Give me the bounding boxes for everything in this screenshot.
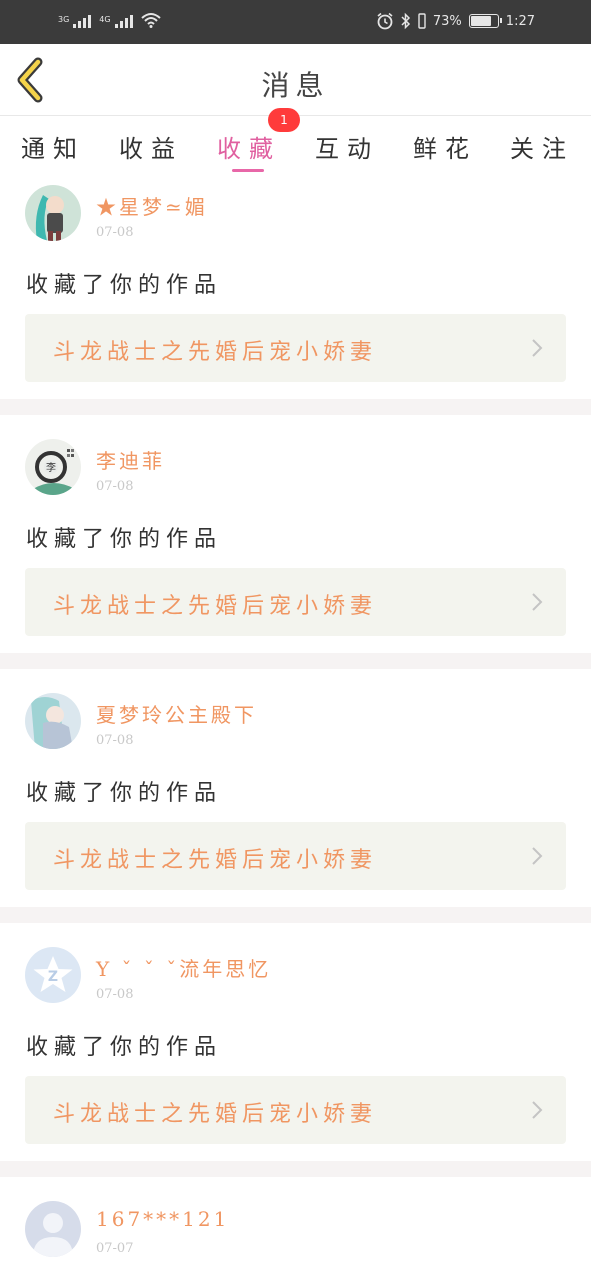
action-text: 收藏了你的作品 [26, 781, 223, 806]
svg-text:Z: Z [48, 969, 58, 985]
action-text: 收藏了你的作品 [26, 1035, 223, 1060]
message-item: 167***121 07-07 [0, 1177, 591, 1280]
divider [0, 1161, 591, 1177]
battery-icon [468, 14, 502, 28]
username[interactable]: 167***121 [96, 1207, 229, 1231]
divider [0, 399, 591, 415]
message-date: 07-07 [96, 1241, 134, 1256]
divider [0, 907, 591, 923]
work-card[interactable]: 斗龙战士之先婚后宠小娇妻 [25, 314, 566, 382]
tab-notifications[interactable]: 通知 [4, 129, 102, 164]
navigation-bar: 消息 [0, 44, 591, 116]
work-card[interactable]: 斗龙战士之先婚后宠小娇妻 [25, 568, 566, 636]
message-item: 李 李迪菲 07-08 收藏了你的作品 斗龙战士之先婚后宠小娇妻 [0, 415, 591, 653]
work-title: 斗龙战士之先婚后宠小娇妻 [53, 594, 378, 619]
work-title: 斗龙战士之先婚后宠小娇妻 [53, 340, 378, 365]
bluetooth-icon [401, 12, 410, 30]
tab-flowers[interactable]: 鲜花 [396, 129, 494, 164]
username[interactable]: 夏梦玲公主殿下 [96, 699, 257, 728]
tab-follows[interactable]: 关注 [493, 129, 591, 164]
username[interactable]: Y ˇ ˇ ˇ流年思忆 [96, 953, 271, 982]
chevron-right-icon [532, 339, 543, 357]
message-date: 07-08 [96, 987, 134, 1002]
tab-interactions[interactable]: 互动 [298, 129, 396, 164]
signal-icon: 4G [99, 15, 133, 28]
action-text: 收藏了你的作品 [26, 273, 223, 298]
message-item: 夏梦玲公主殿下 07-08 收藏了你的作品 斗龙战士之先婚后宠小娇妻 [0, 669, 591, 907]
svg-text:李: 李 [46, 461, 56, 474]
work-title: 斗龙战士之先婚后宠小娇妻 [53, 1102, 378, 1127]
wifi-icon [140, 13, 161, 28]
avatar[interactable] [25, 185, 81, 241]
clock: 1:27 [505, 13, 535, 29]
chevron-right-icon [532, 1101, 543, 1119]
sim1-network-type: 3G [58, 15, 70, 24]
message-date: 07-08 [96, 733, 134, 748]
active-tab-indicator [232, 169, 264, 172]
page-title: 消息 [261, 69, 330, 102]
avatar[interactable] [25, 1201, 81, 1257]
divider [0, 653, 591, 669]
tab-earnings[interactable]: 收益 [102, 129, 200, 164]
message-item: ★星梦≃媚 07-08 收藏了你的作品 斗龙战士之先婚后宠小娇妻 [0, 177, 591, 399]
action-text: 收藏了你的作品 [26, 527, 223, 552]
avatar[interactable]: Z [25, 947, 81, 1003]
work-card[interactable]: 斗龙战士之先婚后宠小娇妻 [25, 822, 566, 890]
vibrate-icon [418, 13, 426, 29]
message-item: Z Y ˇ ˇ ˇ流年思忆 07-08 收藏了你的作品 斗龙战士之先婚后宠小娇妻 [0, 923, 591, 1161]
username[interactable]: ★星梦≃媚 [96, 191, 208, 220]
battery-percent: 73% [432, 13, 462, 29]
unread-badge: 1 [268, 108, 300, 132]
chevron-right-icon [532, 593, 543, 611]
message-date: 07-08 [96, 479, 134, 494]
chevron-right-icon [532, 847, 543, 865]
username[interactable]: 李迪菲 [96, 445, 165, 474]
avatar[interactable] [25, 693, 81, 749]
work-title: 斗龙战士之先婚后宠小娇妻 [53, 848, 378, 873]
signal-icon: 3G [58, 15, 92, 28]
status-bar: 3G 4G 73% 1:27 [0, 0, 591, 44]
sim2-network-type: 4G [99, 15, 111, 24]
work-card[interactable]: 斗龙战士之先婚后宠小娇妻 [25, 1076, 566, 1144]
avatar[interactable]: 李 [25, 439, 81, 495]
alarm-icon [377, 12, 393, 30]
tab-favorites[interactable]: 收藏 [200, 129, 298, 164]
message-date: 07-08 [96, 225, 134, 240]
battery-level-fill [470, 16, 492, 26]
